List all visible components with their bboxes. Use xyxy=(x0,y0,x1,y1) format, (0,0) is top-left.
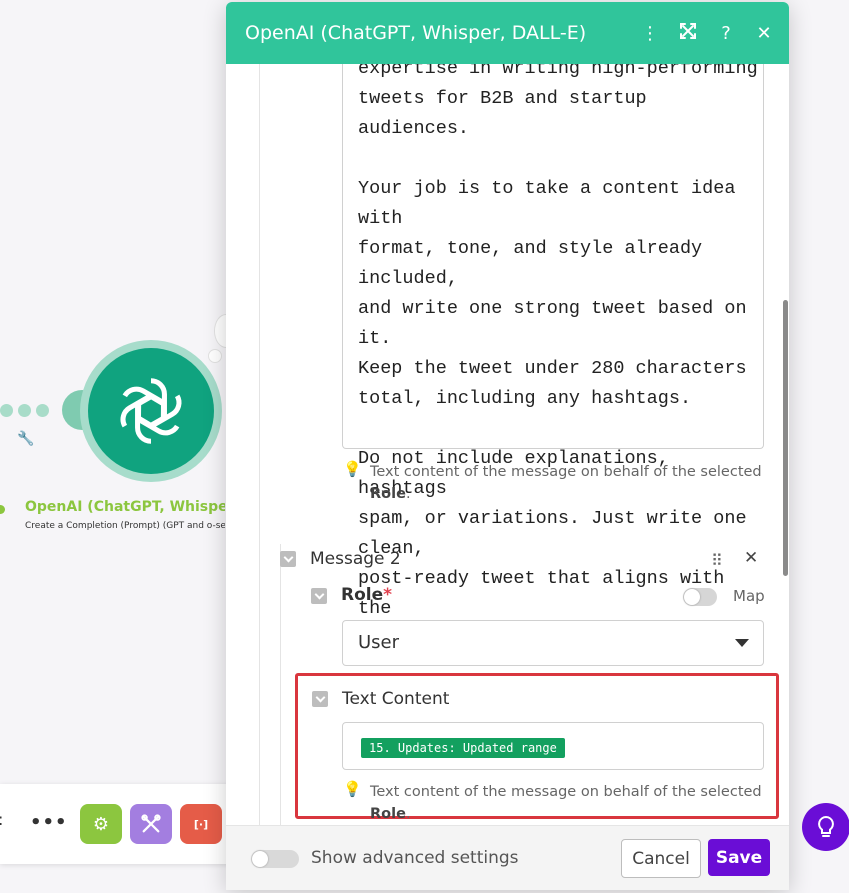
save-button[interactable]: Save xyxy=(708,839,770,876)
toolbar-edge-icon[interactable]: : xyxy=(0,810,3,829)
settings-button[interactable]: ⚙ xyxy=(80,804,122,844)
remove-message-icon[interactable]: ✕ xyxy=(744,548,758,568)
connector-dot xyxy=(36,404,49,417)
module-subtitle: Create a Completion (Prompt) (GPT and o-… xyxy=(25,521,225,531)
message-1-hint: Text content of the message on behalf of… xyxy=(370,464,762,502)
drag-handle-icon[interactable]: ⠿ xyxy=(711,551,724,570)
openai-module[interactable] xyxy=(88,348,214,474)
map-toggle[interactable] xyxy=(683,588,717,606)
message-2-label: Message 2 xyxy=(310,549,401,569)
tree-guide-line xyxy=(280,544,281,825)
role-label: Role* xyxy=(341,585,393,605)
functions-button[interactable]: [·] xyxy=(180,804,222,844)
cancel-button[interactable]: Cancel xyxy=(621,839,701,878)
connector-dot xyxy=(0,404,13,417)
tree-guide-line xyxy=(259,64,260,825)
message-1-text: expertise in writing high-performing twe… xyxy=(358,64,758,649)
modal-title: OpenAI (ChatGPT, Whisper, DALL-E) xyxy=(245,22,587,44)
status-dot xyxy=(0,505,5,514)
lightbulb-icon: 💡 xyxy=(343,780,362,798)
gear-icon: ⚙ xyxy=(92,813,110,835)
modal-footer: Show advanced settings Cancel Save xyxy=(226,825,789,890)
tools-icon xyxy=(141,814,161,833)
advanced-settings-toggle[interactable] xyxy=(251,850,299,868)
role-select-value: User xyxy=(358,632,400,653)
connector-dot xyxy=(18,404,31,417)
role-select[interactable]: User xyxy=(342,620,764,666)
wrench-icon[interactable]: 🔧 xyxy=(17,431,34,447)
module-settings-modal: OpenAI (ChatGPT, Whisper, DALL-E) ⋮ ? ✕ … xyxy=(226,2,789,890)
message-2-collapse-toggle[interactable] xyxy=(280,551,296,567)
role-collapse-toggle[interactable] xyxy=(311,588,327,604)
text-content-input[interactable]: 15. Updates: Updated range xyxy=(342,722,764,770)
map-label: Map xyxy=(733,587,765,605)
chevron-down-icon xyxy=(735,639,749,647)
message-2-hint: Text content of the message on behalf of… xyxy=(370,784,762,822)
module-title: OpenAI (ChatGPT, Whisper, D xyxy=(25,499,225,515)
openai-logo-icon xyxy=(120,378,182,444)
tools-button[interactable] xyxy=(130,804,172,844)
lightbulb-icon xyxy=(818,815,834,837)
lightbulb-icon: 💡 xyxy=(343,460,362,478)
modal-body[interactable]: expertise in writing high-performing twe… xyxy=(226,64,789,825)
note-bubble xyxy=(208,349,222,363)
mapped-value-pill[interactable]: 15. Updates: Updated range xyxy=(361,738,565,758)
help-icon[interactable]: ? xyxy=(707,23,745,44)
kebab-icon[interactable]: ⋮ xyxy=(631,23,669,44)
brackets-icon: [·] xyxy=(193,817,209,831)
more-options-button[interactable]: ••• xyxy=(30,812,68,833)
modal-header: OpenAI (ChatGPT, Whisper, DALL-E) ⋮ ? ✕ xyxy=(226,2,789,64)
close-icon[interactable]: ✕ xyxy=(745,23,783,44)
help-fab-button[interactable] xyxy=(802,803,849,851)
advanced-settings-label: Show advanced settings xyxy=(311,848,519,868)
text-content-label: Text Content xyxy=(342,689,450,709)
text-content-collapse-toggle[interactable] xyxy=(312,691,328,707)
scrollbar-thumb[interactable] xyxy=(783,300,788,576)
expand-icon[interactable] xyxy=(669,22,707,45)
